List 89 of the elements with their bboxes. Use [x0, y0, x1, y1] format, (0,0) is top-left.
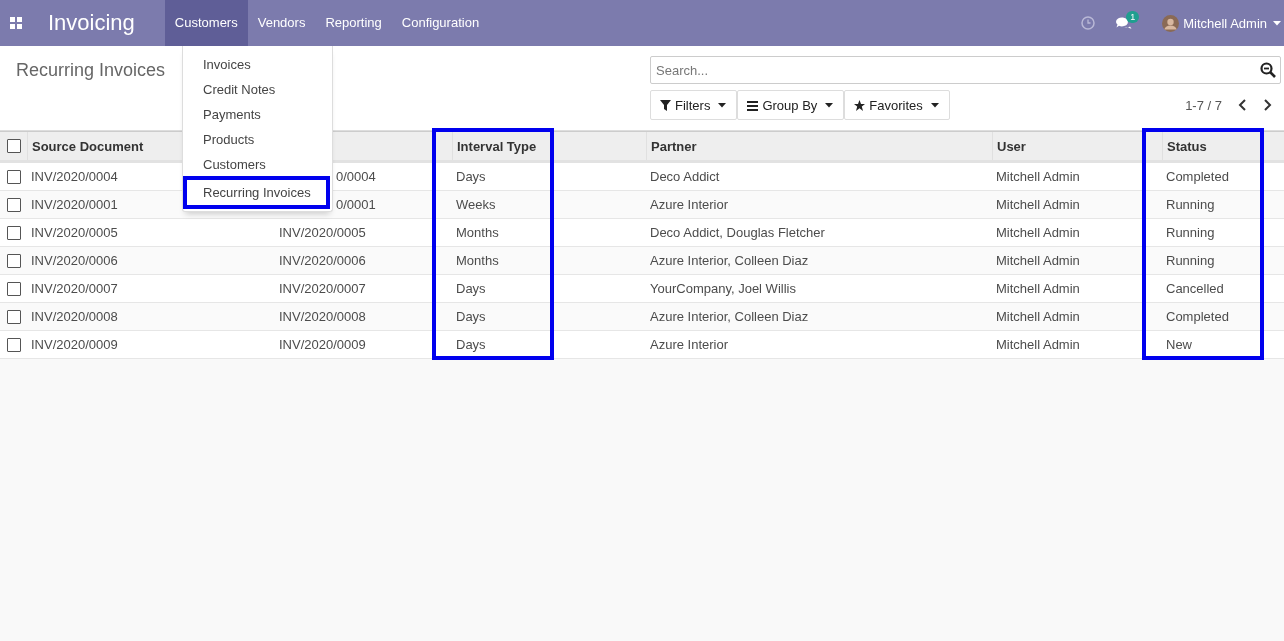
caret-icon — [930, 102, 939, 108]
dropdown-item[interactable]: Customers — [183, 152, 332, 177]
table-cell: Days — [456, 309, 486, 324]
table-cell: Deco Addict — [650, 169, 720, 184]
dropdown-item[interactable]: Recurring Invoices — [184, 177, 329, 208]
clock-icon — [1081, 16, 1096, 30]
chat-icon — [1115, 16, 1133, 30]
caret-icon — [718, 102, 727, 108]
row-checkbox[interactable] — [6, 225, 21, 240]
pager-value: 1-7 / 7 — [1185, 97, 1222, 113]
table-cell: INV/2020/0008 — [31, 309, 118, 324]
table-cell: Months — [456, 225, 499, 240]
select-all-checkbox[interactable] — [6, 139, 21, 153]
table-cell: Running — [1166, 197, 1215, 212]
table-cell: New — [1166, 337, 1192, 352]
user-menu[interactable]: Mitchell Admin — [1183, 15, 1267, 31]
table-cell: INV/2020/0006 — [31, 253, 118, 268]
caret-icon — [1273, 20, 1281, 26]
dropdown-item[interactable]: Products — [183, 127, 332, 152]
table-cell: Mitchell Admin — [996, 309, 1080, 324]
table-cell: INV/2020/0006 — [279, 253, 366, 268]
table-cell: Cancelled — [1166, 281, 1224, 296]
search-field[interactable]: Search... — [656, 62, 1260, 78]
star-icon — [854, 99, 866, 111]
table-cell: Azure Interior — [650, 337, 729, 352]
previous-icon[interactable] — [1238, 99, 1247, 111]
table-cell: Running — [1166, 225, 1215, 240]
filter-icon — [660, 99, 671, 111]
message-count-badge: 1 — [1126, 11, 1140, 23]
menu-item[interactable]: Reporting — [315, 0, 392, 46]
search-icon — [1260, 62, 1276, 78]
filter-button[interactable]: Favorites — [844, 90, 950, 120]
table-cell: Months — [456, 253, 499, 268]
column-header[interactable]: Interval Type — [457, 138, 537, 154]
app-title: Invoicing — [48, 10, 135, 36]
table-cell: INV/2020/0009 — [31, 337, 118, 352]
table-cell: 0/0001 — [336, 197, 376, 212]
row-checkbox[interactable] — [6, 337, 21, 352]
row-checkbox[interactable] — [6, 253, 21, 268]
menu-item[interactable]: Configuration — [391, 0, 490, 46]
row-checkbox[interactable] — [6, 169, 21, 184]
table-cell: INV/2020/0009 — [279, 337, 366, 352]
table-cell: Mitchell Admin — [996, 253, 1080, 268]
table-cell: INV/2020/0001 — [31, 197, 118, 212]
menu-item[interactable]: Vendors — [247, 0, 316, 46]
filter-button[interactable]: Group By — [737, 90, 845, 120]
table-cell: INV/2020/0007 — [31, 281, 118, 296]
dropdown-item[interactable]: Invoices — [183, 52, 332, 77]
filter-button[interactable]: Filters — [650, 90, 738, 120]
menu-item[interactable]: Customers — [164, 0, 248, 46]
dropdown-item[interactable]: Payments — [183, 102, 332, 127]
list-icon — [747, 99, 759, 111]
table-cell: Completed — [1166, 309, 1229, 324]
table-cell: INV/2020/0004 — [31, 169, 118, 184]
column-header[interactable]: Partner — [651, 138, 697, 154]
next-icon[interactable] — [1263, 99, 1272, 111]
table-cell: Weeks — [456, 197, 496, 212]
table-cell: 0/0004 — [336, 169, 376, 184]
table-cell: Mitchell Admin — [996, 169, 1080, 184]
column-header[interactable]: Status — [1167, 138, 1207, 154]
dropdown-item[interactable]: Credit Notes — [183, 77, 332, 102]
table-cell: Mitchell Admin — [996, 225, 1080, 240]
table-cell: Mitchell Admin — [996, 197, 1080, 212]
table-cell: Completed — [1166, 169, 1229, 184]
table-cell: Days — [456, 281, 486, 296]
table-cell: Days — [456, 337, 486, 352]
row-checkbox[interactable] — [6, 309, 21, 324]
caret-icon — [825, 102, 834, 108]
table-cell: Days — [456, 169, 486, 184]
page-title: Recurring Invoices — [16, 60, 166, 81]
search-bar[interactable]: Search... — [650, 56, 1281, 84]
table-cell: Mitchell Admin — [996, 281, 1080, 296]
row-checkbox[interactable] — [6, 281, 21, 296]
table-cell: Azure Interior — [650, 197, 729, 212]
table-cell: Deco Addict, Douglas Fletcher — [650, 225, 825, 240]
table-cell: INV/2020/0005 — [279, 225, 366, 240]
table-cell: INV/2020/0005 — [31, 225, 118, 240]
table-cell: INV/2020/0007 — [279, 281, 366, 296]
table-cell: INV/2020/0008 — [279, 309, 366, 324]
column-header[interactable]: User — [997, 138, 1026, 154]
apps-grid-icon[interactable] — [10, 17, 22, 29]
table-cell: Running — [1166, 253, 1215, 268]
row-checkbox[interactable] — [6, 197, 21, 212]
table-cell: Azure Interior, Colleen Diaz — [650, 309, 809, 324]
table-cell: YourCompany, Joel Willis — [650, 281, 796, 296]
column-header[interactable]: Source Document — [32, 138, 144, 154]
avatar-icon — [1162, 14, 1180, 32]
table-cell: Azure Interior, Colleen Diaz — [650, 253, 809, 268]
table-cell: Mitchell Admin — [996, 337, 1080, 352]
